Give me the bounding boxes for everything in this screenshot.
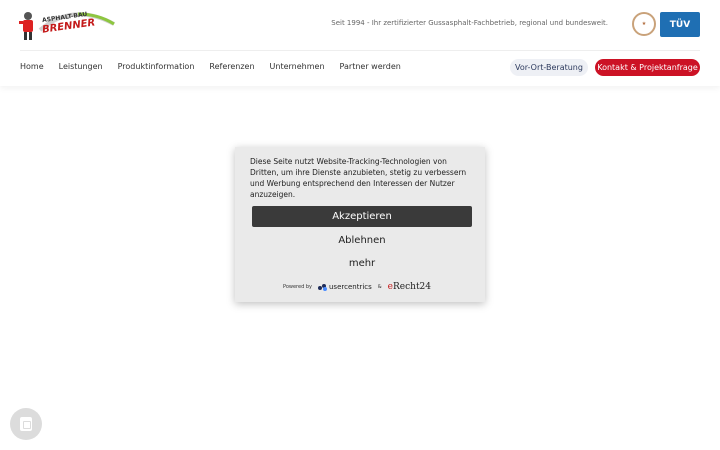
more-info-button[interactable]: mehr bbox=[252, 256, 472, 271]
nav-item-leistungen[interactable]: Leistungen bbox=[59, 62, 103, 74]
consent-powered-by: Powered by usercentrics & eRecht24 bbox=[283, 281, 431, 293]
tuv-certificate-badge: TÜV bbox=[660, 12, 700, 37]
accept-button[interactable]: Akzeptieren bbox=[252, 206, 472, 227]
contact-request-button[interactable]: Kontakt & Projektanfrage bbox=[595, 59, 700, 76]
usercentrics-logo[interactable]: usercentrics bbox=[317, 283, 372, 291]
nav-item-home[interactable]: Home bbox=[20, 62, 44, 74]
nav-item-referenzen[interactable]: Referenzen bbox=[209, 62, 254, 74]
powered-by-label: Powered by bbox=[283, 284, 312, 290]
decline-button[interactable]: Ablehnen bbox=[252, 233, 472, 248]
erecht24-logo[interactable]: eRecht24 bbox=[388, 282, 431, 292]
nav-item-partner-werden[interactable]: Partner werden bbox=[340, 62, 401, 74]
chat-icon bbox=[20, 417, 32, 431]
erecht24-name: Recht24 bbox=[393, 282, 432, 292]
ampersand-label: & bbox=[377, 284, 382, 290]
site-header: ASPHALT-BAU BRENNER Seit 1994 - Ihr zert… bbox=[0, 0, 720, 86]
brand-logo[interactable]: ASPHALT-BAU BRENNER bbox=[18, 8, 118, 42]
consent-message: Diese Seite nutzt Website-Tracking-Techn… bbox=[250, 157, 467, 199]
usercentrics-label: usercentrics bbox=[328, 283, 372, 291]
usercentrics-dots-icon bbox=[317, 284, 327, 291]
nav-item-unternehmen[interactable]: Unternehmen bbox=[270, 62, 325, 74]
header-divider bbox=[20, 50, 700, 51]
main-navigation: Home Leistungen Produktinformation Refer… bbox=[20, 62, 401, 74]
quality-seal-icon: ★ bbox=[632, 12, 656, 36]
nav-item-produktinformation[interactable]: Produktinformation bbox=[118, 62, 195, 74]
cookie-consent-dialog: Diese Seite nutzt Website-Tracking-Techn… bbox=[235, 147, 485, 302]
chat-widget-button[interactable] bbox=[10, 408, 42, 440]
company-tagline: Seit 1994 - Ihr zertifizierter Gussaspha… bbox=[331, 19, 608, 27]
onsite-consultation-button[interactable]: Vor-Ort-Beratung bbox=[510, 59, 588, 76]
